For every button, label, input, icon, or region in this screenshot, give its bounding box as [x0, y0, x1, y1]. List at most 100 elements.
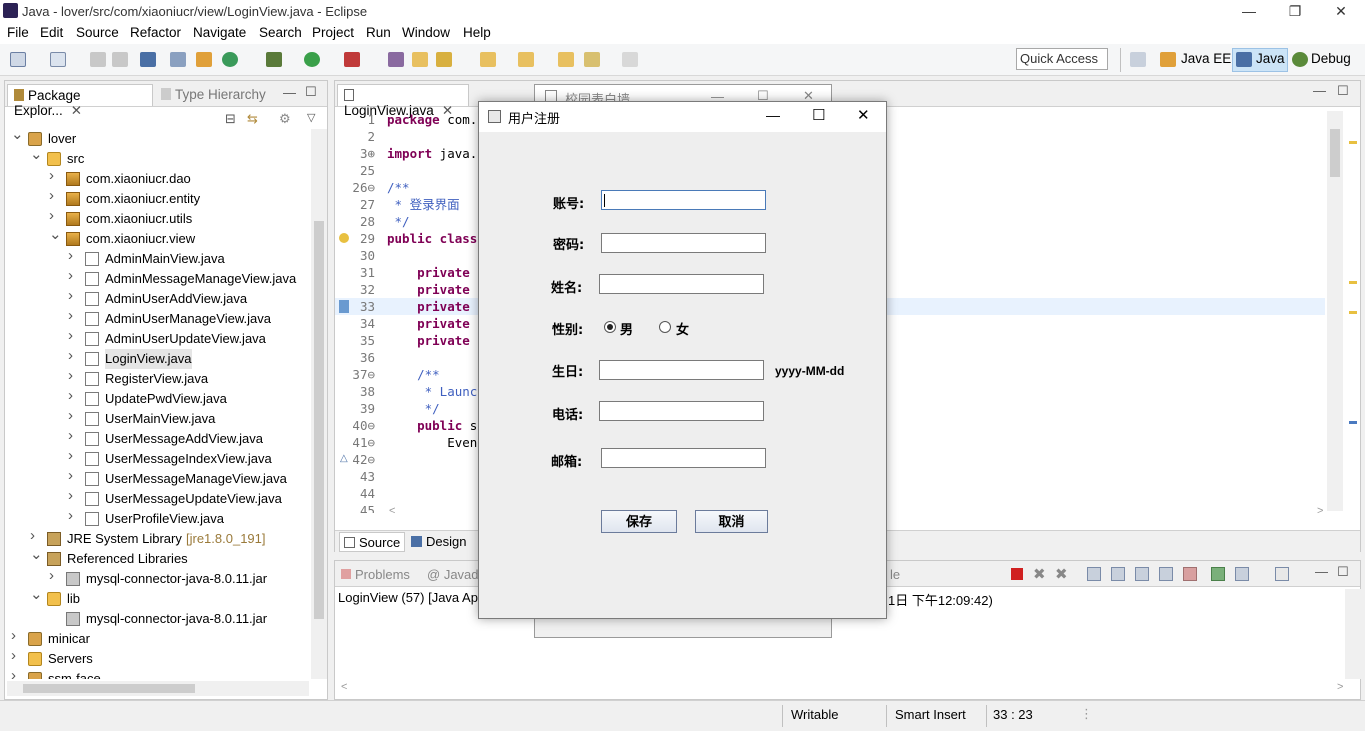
minimize-button[interactable]: — — [1226, 0, 1272, 22]
tree-item[interactable]: › minicar — [5, 628, 311, 649]
tab-javadoc[interactable]: @ Javado — [427, 567, 486, 582]
editor-vscroll-thumb[interactable] — [1330, 129, 1340, 177]
open-type-icon[interactable] — [388, 52, 404, 67]
view-menu-icon[interactable]: ⚙ — [279, 111, 291, 127]
birthday-input[interactable] — [599, 360, 764, 380]
ruler-marker[interactable] — [1349, 141, 1357, 144]
tree-item[interactable]: › ssm-face — [5, 668, 311, 679]
menu-project[interactable]: Project — [312, 25, 354, 40]
scroll-lock-icon[interactable] — [1111, 567, 1125, 581]
prev-annotation-icon[interactable] — [518, 52, 534, 67]
dialog-minimize-button[interactable]: — — [766, 107, 780, 123]
new-wizard-icon[interactable] — [50, 52, 66, 67]
expand-arrow-icon[interactable]: › — [68, 508, 78, 523]
dialog-close-button[interactable]: ✕ — [857, 106, 870, 124]
collapse-all-icon[interactable]: ⊟ — [225, 111, 236, 127]
menu-search[interactable]: Search — [259, 25, 302, 40]
menu-run[interactable]: Run — [366, 25, 391, 40]
tree-item[interactable]: ⌄ Referenced Libraries — [5, 547, 311, 569]
show-console-icon[interactable] — [1159, 567, 1173, 581]
expand-arrow-icon[interactable]: › — [30, 528, 40, 543]
terminate-icon[interactable] — [1011, 568, 1023, 580]
editor-vscrollbar[interactable] — [1327, 111, 1343, 511]
gender-male-label[interactable]: 男 — [620, 319, 633, 338]
remove-launch-icon[interactable]: ✖ — [1033, 565, 1046, 583]
collapse-arrow-icon[interactable]: ⌄ — [30, 547, 43, 562]
debug-icon[interactable] — [266, 52, 282, 67]
tree-vscroll-thumb[interactable] — [314, 221, 324, 619]
perspective-java[interactable]: Java — [1256, 51, 1285, 66]
tab-source[interactable]: Source — [339, 532, 406, 552]
ruler-marker[interactable] — [1349, 421, 1357, 424]
tree-item[interactable]: › AdminMessageManageView.java — [5, 268, 311, 289]
menu-window[interactable]: Window — [402, 25, 450, 40]
hscroll-left-icon[interactable]: < — [389, 505, 395, 517]
expand-arrow-icon[interactable]: › — [49, 188, 59, 203]
tree-item[interactable]: › AdminUserAddView.java — [5, 288, 311, 309]
tree-item[interactable]: › Servers — [5, 648, 311, 669]
tree-item[interactable]: ⌄ lib — [5, 587, 311, 609]
tab-problems[interactable]: Problems — [341, 567, 410, 582]
expand-arrow-icon[interactable]: › — [68, 448, 78, 463]
collapse-arrow-icon[interactable]: ⌄ — [30, 587, 43, 602]
expand-arrow-icon[interactable]: › — [68, 488, 78, 503]
restore-button[interactable]: ❐ — [1272, 0, 1318, 22]
cancel-button[interactable]: 取消 — [695, 510, 768, 533]
menu-file[interactable]: File — [7, 25, 29, 40]
save-button[interactable]: 保存 — [601, 510, 677, 533]
link-with-editor-icon[interactable]: ⇆ — [247, 111, 258, 127]
console-icon[interactable] — [140, 52, 156, 67]
tree-item[interactable]: › UpdatePwdView.java — [5, 388, 311, 409]
run-icon[interactable] — [304, 52, 320, 67]
save-all-icon[interactable] — [112, 52, 128, 67]
forward-icon[interactable] — [622, 52, 638, 67]
tree-item[interactable]: › RegisterView.java — [5, 368, 311, 389]
editor-maximize-icon[interactable]: ☐ — [1337, 83, 1349, 99]
expand-arrow-icon[interactable]: › — [49, 208, 59, 223]
expand-arrow-icon[interactable]: › — [68, 288, 78, 303]
tree-item[interactable]: › UserProfileView.java — [5, 508, 311, 529]
bookmark-marker-icon[interactable] — [339, 300, 349, 313]
edit-icon[interactable] — [436, 52, 452, 67]
expand-arrow-icon[interactable]: › — [11, 648, 21, 663]
save-icon[interactable] — [90, 52, 106, 67]
tree-item[interactable]: ⌄ com.xiaoniucr.view — [5, 227, 311, 249]
expand-arrow-icon[interactable]: › — [68, 348, 78, 363]
gender-female-radio[interactable] — [659, 321, 671, 333]
expand-arrow-icon[interactable]: › — [11, 668, 21, 679]
email-input[interactable] — [601, 448, 766, 468]
minimize-view-icon[interactable]: — — [283, 85, 296, 100]
expand-arrow-icon[interactable]: › — [68, 248, 78, 263]
expand-arrow-icon[interactable]: › — [68, 428, 78, 443]
tree-item[interactable]: › AdminMainView.java — [5, 248, 311, 269]
word-wrap-icon[interactable] — [1135, 567, 1149, 581]
expand-arrow-icon[interactable]: › — [68, 408, 78, 423]
menu-source[interactable]: Source — [76, 25, 119, 40]
editor-minimize-icon[interactable]: — — [1313, 83, 1326, 98]
expand-arrow-icon[interactable]: › — [68, 468, 78, 483]
external-tools-icon[interactable] — [344, 52, 360, 67]
tree-item[interactable]: › AdminUserUpdateView.java — [5, 328, 311, 349]
menu-navigate[interactable]: Navigate — [193, 25, 246, 40]
close-tab-icon[interactable]: ✕ — [71, 103, 82, 118]
open-perspective-icon[interactable] — [1130, 52, 1146, 67]
expand-arrow-icon[interactable]: › — [49, 568, 59, 583]
tree-item[interactable]: ⌄ src — [5, 147, 311, 169]
maximize-view-icon[interactable]: ☐ — [305, 84, 317, 100]
clear-console-icon[interactable] — [1087, 567, 1101, 581]
tree-item[interactable]: › LoginView.java — [5, 348, 311, 369]
menu-edit[interactable]: Edit — [40, 25, 63, 40]
new-icon[interactable] — [10, 52, 26, 67]
quick-access-input[interactable]: Quick Access — [1016, 48, 1108, 70]
expand-arrow-icon[interactable]: › — [68, 388, 78, 403]
tree-item[interactable]: › com.xiaoniucr.entity — [5, 188, 311, 209]
menu-refactor[interactable]: Refactor — [130, 25, 181, 40]
tree-item[interactable]: › AdminUserManageView.java — [5, 308, 311, 329]
display-console-icon[interactable] — [1235, 567, 1249, 581]
collapse-arrow-icon[interactable]: ⌄ — [49, 227, 62, 242]
warning-marker-icon[interactable] — [339, 233, 349, 243]
tab-type-hierarchy[interactable]: Type Hierarchy — [155, 84, 272, 106]
console-hscroll-right-icon[interactable]: > — [1337, 681, 1343, 693]
password-input[interactable] — [601, 233, 766, 253]
phone-input[interactable] — [599, 401, 764, 421]
